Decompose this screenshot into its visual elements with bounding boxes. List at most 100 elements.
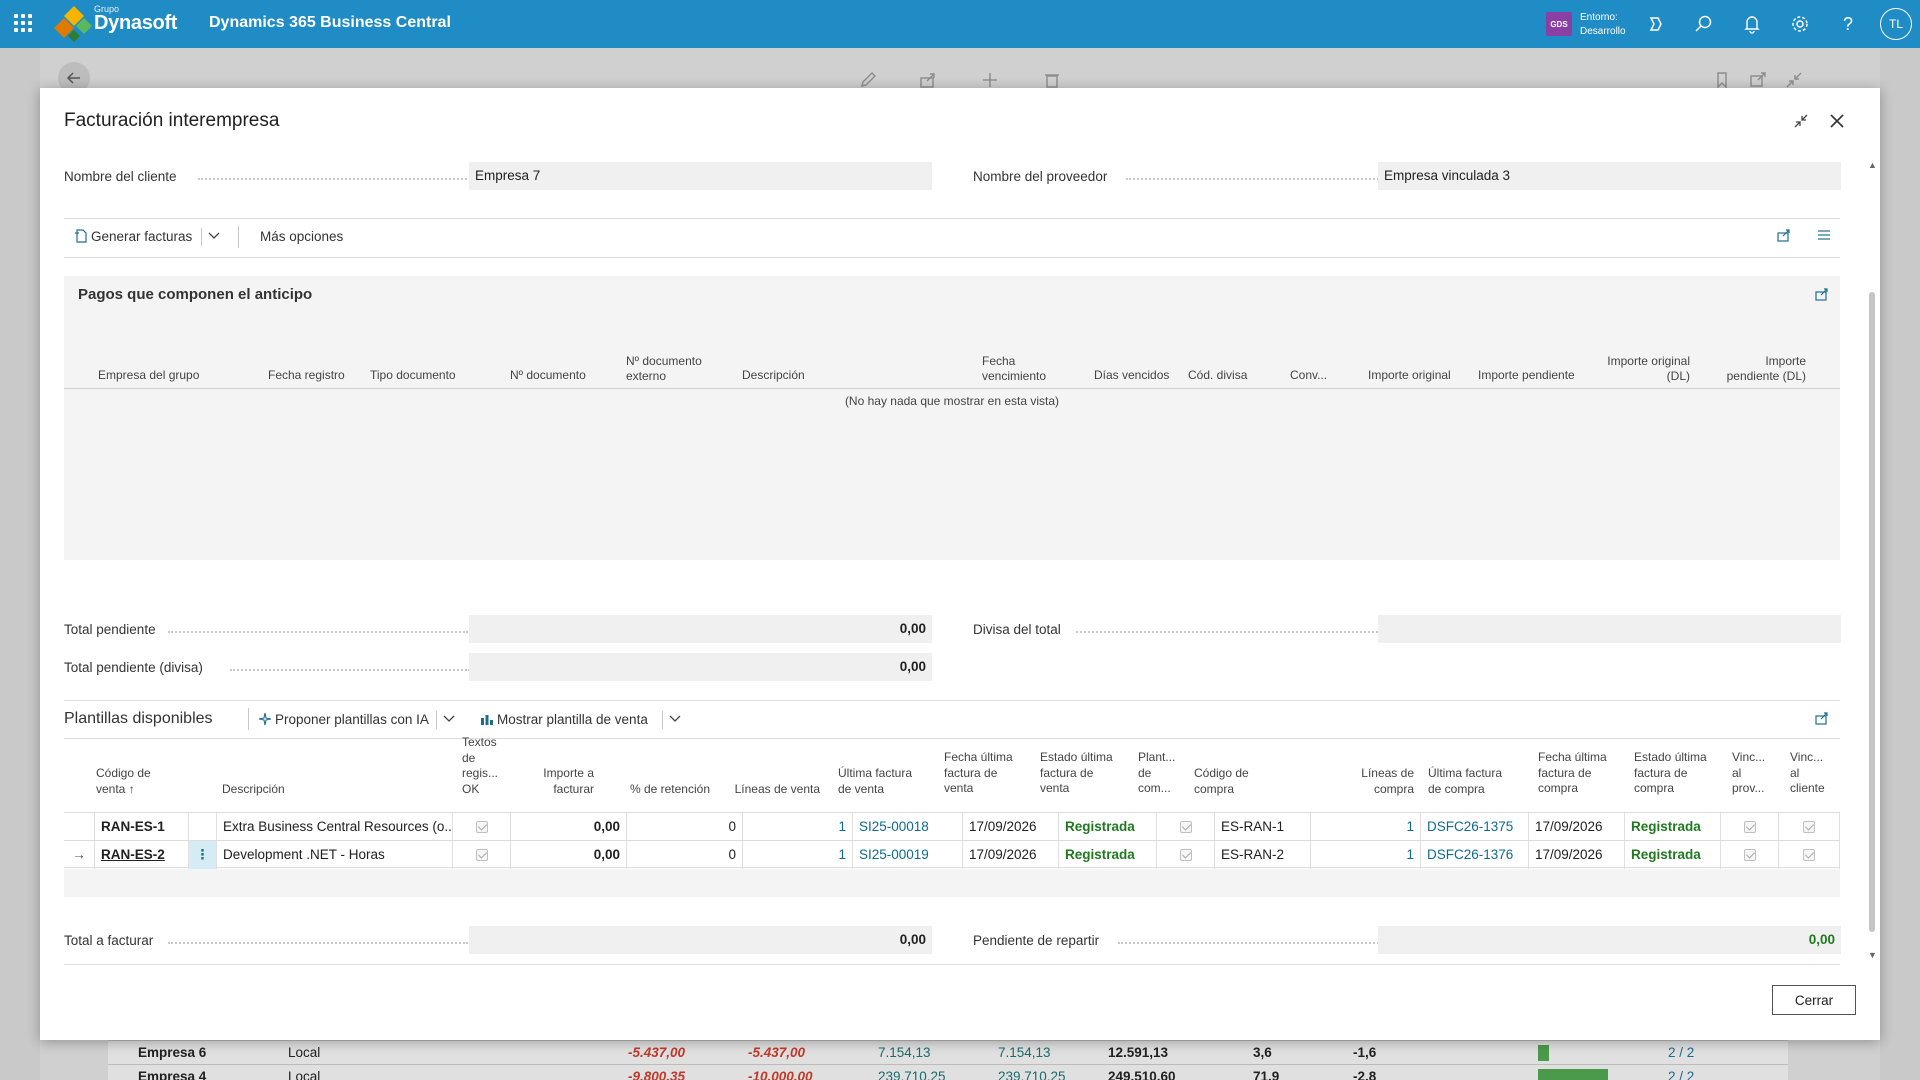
cell-purchase-lines[interactable]: 1 [1310, 813, 1420, 841]
app-title[interactable]: Dynamics 365 Business Central [209, 14, 451, 32]
scroll-down-icon[interactable]: ▼ [1868, 950, 1877, 960]
cell-retention[interactable]: 0 [626, 841, 742, 869]
col-header-texts[interactable]: Textos de regis... OK [462, 735, 502, 797]
cell-sales-lines[interactable]: 1 [742, 813, 852, 841]
edit-pencil-icon[interactable] [858, 70, 878, 90]
close-button[interactable]: Cerrar [1772, 985, 1856, 1015]
cell-retention[interactable]: 0 [626, 813, 742, 841]
more-options-button[interactable]: Más opciones [260, 229, 343, 244]
cell-last-purchase-invoice[interactable]: DSFC26-1376 [1420, 841, 1528, 869]
table-row[interactable]: RAN-ES-1 Extra Business Central Resource… [64, 812, 1840, 841]
cell-amount[interactable]: 0,00 [510, 813, 626, 841]
col-header[interactable]: Nº documento [510, 368, 586, 383]
col-header[interactable]: Tipo documento [370, 368, 456, 383]
col-header[interactable]: Importe original [1368, 368, 1451, 383]
environment-label[interactable]: Entorno: Desarrollo [1580, 11, 1626, 39]
col-header[interactable]: Días vencidos [1094, 368, 1169, 383]
share-page-icon[interactable] [1776, 227, 1792, 246]
col-header-last-purchase-status[interactable]: Estado última factura de compra [1634, 750, 1718, 797]
total-pending-currency-field: 0,00 [469, 653, 932, 681]
cell-purchase-template [1156, 841, 1214, 869]
list-view-icon[interactable] [1816, 227, 1832, 246]
col-header-amount[interactable]: Importe a facturar [532, 766, 594, 797]
show-sales-template-button[interactable]: Mostrar plantilla de venta [480, 712, 648, 727]
cell-description[interactable]: Extra Business Central Resources (o... [216, 813, 452, 841]
col-header-last-sales-date[interactable]: Fecha última factura de venta [944, 750, 1024, 797]
cell-description[interactable]: Development .NET - Horas [216, 841, 452, 869]
cell-code[interactable]: RAN-ES-1 [94, 813, 188, 841]
cell-last-sales-invoice[interactable]: SI25-00019 [852, 841, 962, 869]
cell-code[interactable]: RAN-ES-2 [94, 841, 188, 869]
dotted-leader [1076, 631, 1406, 633]
search-icon[interactable] [1692, 12, 1716, 36]
col-header-purchase-code[interactable]: Código de compra [1194, 766, 1270, 797]
scrollbar-thumb[interactable] [1869, 292, 1875, 932]
vendor-name-field[interactable]: Empresa vinculada 3 [1378, 162, 1841, 190]
table-row[interactable]: → RAN-ES-2 ⋮ Development .NET - Horas 0,… [64, 840, 1840, 869]
settings-gear-icon[interactable] [1788, 12, 1812, 36]
scroll-up-icon[interactable]: ▲ [1868, 160, 1877, 170]
generate-invoices-button[interactable]: Generar facturas [74, 229, 192, 244]
col-header-last-sales-invoice[interactable]: Última factura de venta [838, 766, 924, 797]
col-header-linked-customer[interactable]: Vinc... al cliente [1790, 750, 1834, 797]
collapse-icon[interactable] [1784, 70, 1804, 90]
col-header-last-sales-status[interactable]: Estado última factura de venta [1040, 750, 1124, 797]
col-header[interactable]: Empresa del grupo [98, 368, 199, 383]
col-header[interactable]: Descripción [742, 368, 805, 383]
cell-purchase-code[interactable]: ES-RAN-2 [1214, 841, 1310, 869]
col-header[interactable]: Importe pendiente [1478, 368, 1575, 383]
payments-grid: Empresa del grupo Fecha registro Tipo do… [64, 316, 1840, 560]
col-header-purchase-template[interactable]: Plant... de com... [1138, 750, 1182, 797]
propose-dropdown-chevron-icon[interactable] [442, 711, 456, 728]
col-header[interactable]: Nº documento externo [626, 354, 716, 384]
col-header-code[interactable]: Código de venta ↑ [96, 766, 166, 797]
user-avatar[interactable]: TL [1880, 8, 1912, 40]
show-template-dropdown-chevron-icon[interactable] [668, 711, 682, 728]
customer-name-field[interactable]: Empresa 7 [469, 162, 932, 190]
cell-sales-lines[interactable]: 1 [742, 841, 852, 869]
help-icon[interactable]: ? [1836, 12, 1860, 36]
col-header[interactable]: Conv... [1290, 368, 1327, 383]
row-actions-more-icon[interactable]: ⋮ [188, 841, 216, 869]
cell-purchase-code[interactable]: ES-RAN-1 [1214, 813, 1310, 841]
col-header-last-purchase-date[interactable]: Fecha última factura de compra [1538, 750, 1618, 797]
open-new-window-icon[interactable] [1748, 70, 1768, 90]
dotted-leader [198, 178, 498, 180]
copilot-icon[interactable] [1644, 12, 1668, 36]
environment-badge[interactable]: GDS [1546, 12, 1572, 36]
cell-last-purchase-status: Registrada [1624, 813, 1720, 841]
bg-progress-bar [1538, 1045, 1549, 1061]
templates-share-icon[interactable] [1814, 710, 1830, 729]
app-launcher-icon[interactable] [14, 14, 32, 32]
bookmark-icon[interactable] [1712, 70, 1732, 90]
cell-last-purchase-invoice[interactable]: DSFC26-1375 [1420, 813, 1528, 841]
col-header[interactable]: Cód. divisa [1188, 368, 1247, 383]
bg-cell-v5: 12.591,13 [1108, 1045, 1169, 1060]
delete-trash-icon[interactable] [1042, 70, 1062, 90]
col-header-last-purchase-invoice[interactable]: Última factura de compra [1428, 766, 1514, 797]
collapse-dialog-icon[interactable] [1788, 108, 1814, 134]
col-header-desc[interactable]: Descripción [222, 782, 285, 798]
generate-invoices-label: Generar facturas [91, 229, 193, 244]
col-header-retention[interactable]: % de retención [626, 782, 710, 798]
col-header[interactable]: Fecha vencimiento [982, 354, 1062, 384]
notifications-bell-icon[interactable] [1740, 12, 1764, 36]
propose-templates-ai-button[interactable]: Proponer plantillas con IA [258, 712, 429, 727]
share-icon[interactable] [918, 70, 938, 90]
cell-last-sales-invoice[interactable]: SI25-00018 [852, 813, 962, 841]
col-header[interactable]: Fecha registro [268, 368, 345, 383]
close-dialog-icon[interactable] [1824, 108, 1850, 134]
dotted-leader [168, 631, 468, 633]
col-header-sales-lines[interactable]: Líneas de venta [728, 782, 820, 798]
new-plus-icon[interactable] [980, 70, 1000, 90]
col-header[interactable]: Importe original (DL) [1600, 354, 1690, 384]
cell-purchase-lines[interactable]: 1 [1310, 841, 1420, 869]
cell-amount[interactable]: 0,00 [510, 841, 626, 869]
col-header-linked-vendor[interactable]: Vinc... al prov... [1732, 750, 1772, 797]
payments-share-icon[interactable] [1814, 286, 1830, 305]
cell-last-sales-status: Registrada [1058, 841, 1156, 869]
col-header[interactable]: Importe pendiente (DL) [1710, 354, 1806, 384]
col-header-purchase-lines[interactable]: Líneas de compra [1348, 766, 1414, 797]
generate-dropdown-chevron-icon[interactable] [207, 228, 221, 245]
separator [248, 708, 249, 730]
